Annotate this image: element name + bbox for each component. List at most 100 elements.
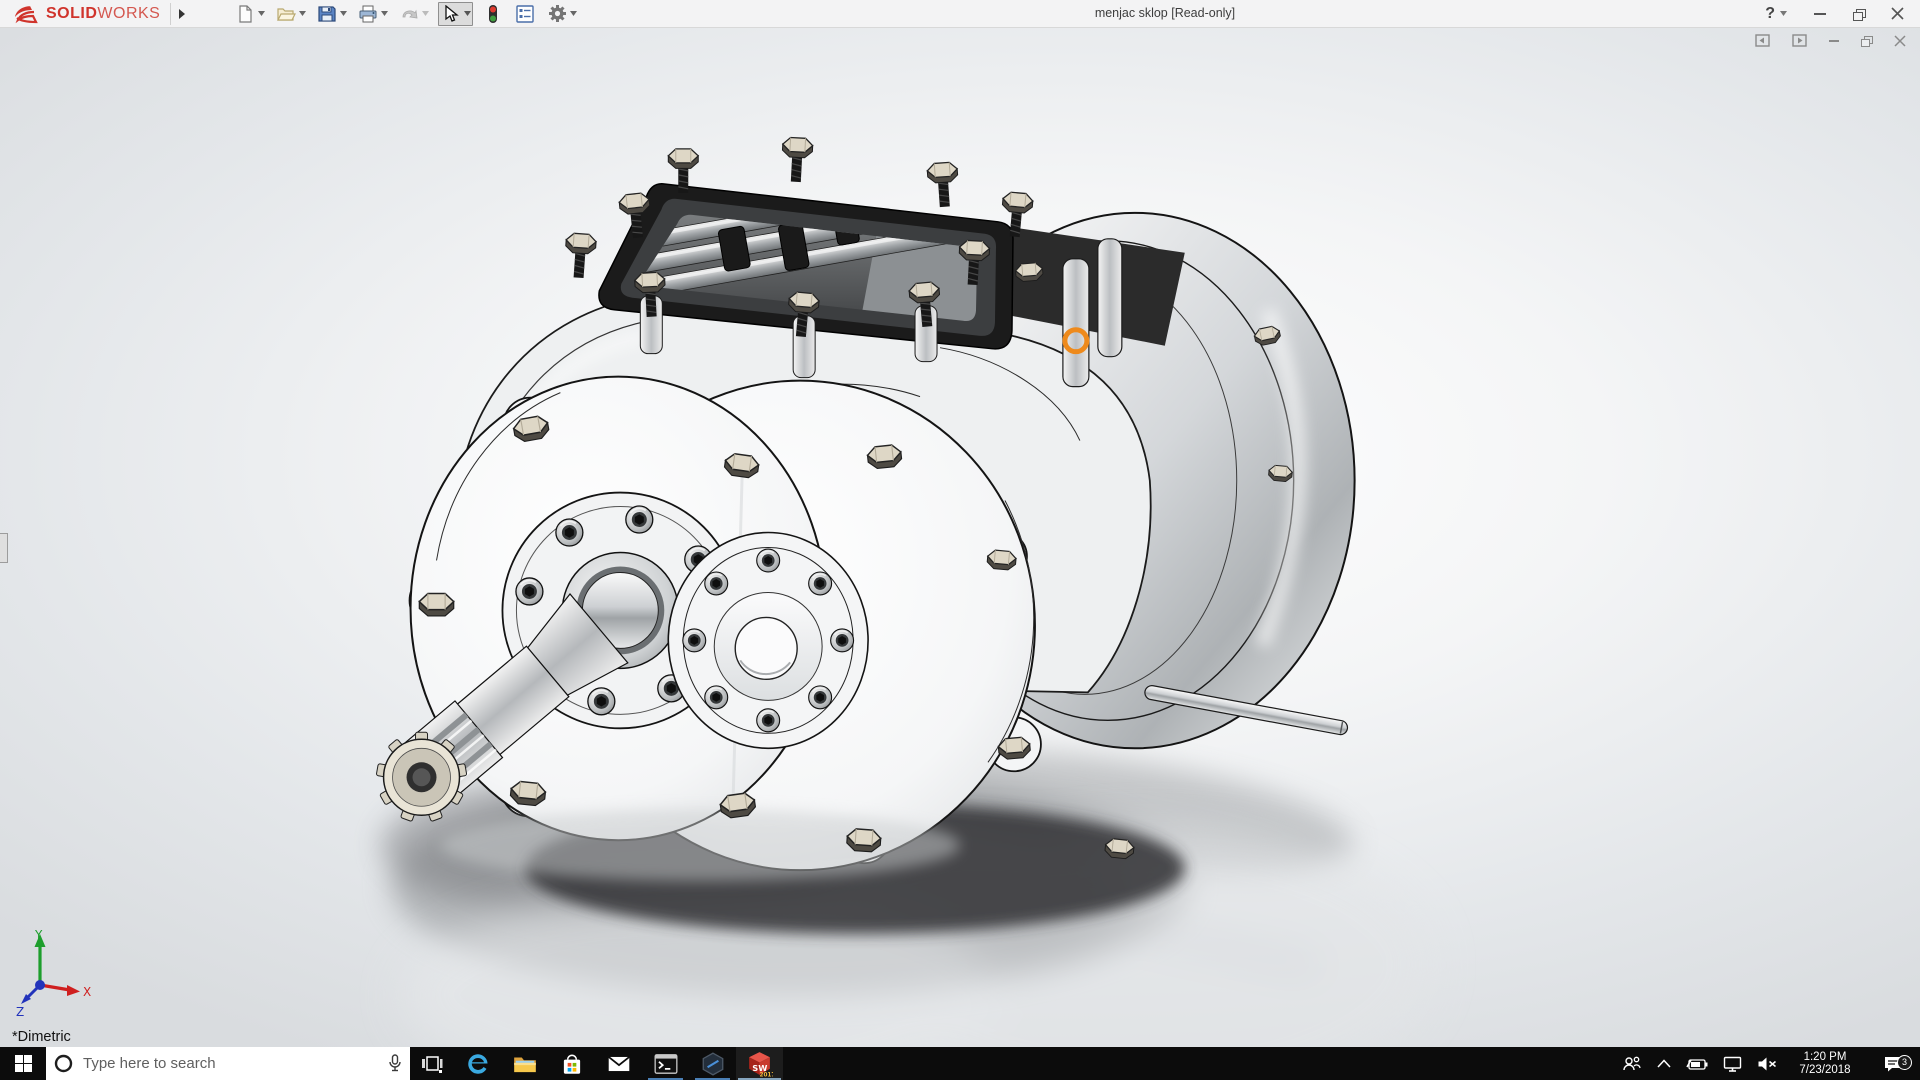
volume-button[interactable]: [1757, 1056, 1778, 1072]
people-button[interactable]: [1622, 1055, 1642, 1073]
doc-minimize-button[interactable]: [1829, 40, 1839, 42]
solidworks-icon-year: 2017: [760, 1072, 774, 1077]
document-window-controls: [1755, 34, 1906, 47]
taskbar-app-hexagon[interactable]: [689, 1047, 736, 1080]
open-dropdown-caret[interactable]: [299, 11, 306, 16]
pane-next-button[interactable]: [1792, 34, 1807, 47]
volume-muted-icon: [1757, 1056, 1778, 1072]
brand-solid: SOLID: [46, 5, 97, 22]
window-controls: ?: [1765, 5, 1904, 23]
minimize-button[interactable]: [1814, 13, 1826, 15]
gearbox-3d-model: [0, 28, 1920, 1047]
restore-button[interactable]: [1853, 9, 1864, 19]
new-document-button[interactable]: [233, 3, 266, 25]
triad-x-label: X: [83, 985, 91, 999]
battery-button[interactable]: [1686, 1057, 1708, 1071]
solidworks-window: SOLIDWORKS: [0, 0, 1920, 1080]
search-input[interactable]: [81, 1054, 380, 1073]
flyout-triangle-icon: [178, 8, 186, 20]
solidworks-logo: SOLIDWORKS: [12, 4, 160, 24]
triad-y-label: Y: [34, 928, 43, 942]
print-button[interactable]: [356, 3, 389, 25]
graphics-viewport[interactable]: Y X Z *Dimetric: [0, 28, 1920, 1047]
print-icon: [357, 3, 379, 25]
menu-flyout-arrow[interactable]: [170, 3, 193, 25]
new-dropdown-caret[interactable]: [258, 11, 265, 16]
help-dropdown-caret[interactable]: [1780, 11, 1787, 16]
taskbar-app-mail[interactable]: [595, 1047, 642, 1080]
network-button[interactable]: [1723, 1056, 1742, 1072]
network-display-icon: [1723, 1056, 1742, 1072]
new-document-icon: [234, 3, 256, 25]
close-button[interactable]: [1891, 7, 1904, 20]
undo-dropdown-caret[interactable]: [422, 11, 429, 16]
output-flange[interactable]: [668, 533, 868, 749]
save-button[interactable]: [315, 3, 348, 25]
tray-overflow-button[interactable]: [1657, 1059, 1671, 1068]
cortana-icon: [54, 1054, 73, 1073]
microsoft-store-icon: [559, 1051, 585, 1077]
battery-icon: [1686, 1057, 1708, 1071]
dark-hexagon-app-icon: [700, 1051, 726, 1077]
brand-works: WORKS: [97, 5, 160, 22]
solidworks-icon-letters: SW: [752, 1063, 767, 1073]
taskbar-app-solidworks[interactable]: SW 2017: [736, 1047, 783, 1080]
file-properties-icon: [514, 3, 536, 25]
pane-previous-icon: [1755, 34, 1770, 47]
windows-taskbar: SW 2017: [0, 1047, 1920, 1080]
solidworks-2017-icon: SW 2017: [746, 1050, 773, 1077]
close-icon: [1891, 7, 1904, 20]
view-orientation-label: *Dimetric: [12, 1029, 71, 1045]
help-label: ?: [1765, 5, 1775, 23]
task-view-icon: [421, 1055, 443, 1073]
command-prompt-icon: [653, 1051, 679, 1077]
undo-button[interactable]: [397, 3, 430, 25]
taskbar-app-edge[interactable]: [454, 1047, 501, 1080]
restore-icon: [1853, 9, 1864, 19]
quick-access-toolbar: [233, 2, 584, 26]
restore-icon: [1861, 36, 1872, 46]
open-icon: [275, 3, 297, 25]
help-button[interactable]: ?: [1765, 5, 1787, 23]
save-dropdown-caret[interactable]: [340, 11, 347, 16]
options-dropdown-caret[interactable]: [570, 11, 577, 16]
system-tray: 1:20 PM 7/23/2018 3: [1622, 1047, 1920, 1080]
title-bar: SOLIDWORKS: [0, 0, 1920, 28]
solidworks-swoosh-icon: [12, 4, 42, 24]
doc-close-button[interactable]: [1894, 35, 1906, 47]
save-icon: [316, 3, 338, 25]
edge-browser-icon: [465, 1051, 491, 1077]
task-view-button[interactable]: [410, 1047, 454, 1080]
rebuild-traffic-light-icon: [482, 3, 504, 25]
triad-z-label: Z: [16, 1005, 24, 1019]
file-properties-button[interactable]: [513, 3, 537, 25]
taskbar-search-box[interactable]: [46, 1047, 410, 1080]
feature-manager-splitter-tab[interactable]: [0, 533, 8, 563]
mail-icon: [606, 1051, 632, 1077]
windows-start-icon: [15, 1055, 32, 1072]
doc-restore-button[interactable]: [1861, 36, 1872, 46]
minimize-icon: [1829, 40, 1839, 42]
clock-date: 7/23/2018: [1799, 1064, 1850, 1077]
clock-time: 1:20 PM: [1799, 1051, 1850, 1064]
open-button[interactable]: [274, 3, 307, 25]
close-icon: [1894, 35, 1906, 47]
print-dropdown-caret[interactable]: [381, 11, 388, 16]
taskbar-clock[interactable]: 1:20 PM 7/23/2018: [1793, 1051, 1857, 1077]
options-button[interactable]: [545, 3, 578, 25]
file-explorer-icon: [512, 1051, 538, 1077]
orientation-triad: Y X Z: [10, 927, 94, 1019]
undo-icon: [398, 3, 420, 25]
select-dropdown-caret[interactable]: [464, 11, 471, 16]
taskbar-app-file-explorer[interactable]: [501, 1047, 548, 1080]
microphone-icon[interactable]: [388, 1054, 402, 1073]
rebuild-button[interactable]: [481, 3, 505, 25]
taskbar-app-store[interactable]: [548, 1047, 595, 1080]
pane-previous-button[interactable]: [1755, 34, 1770, 47]
people-icon: [1622, 1055, 1642, 1073]
options-gear-icon: [546, 3, 568, 25]
taskbar-app-command-prompt[interactable]: [642, 1047, 689, 1080]
action-center-button[interactable]: 3: [1872, 1055, 1914, 1073]
select-button[interactable]: [438, 2, 473, 26]
start-button[interactable]: [0, 1047, 46, 1080]
